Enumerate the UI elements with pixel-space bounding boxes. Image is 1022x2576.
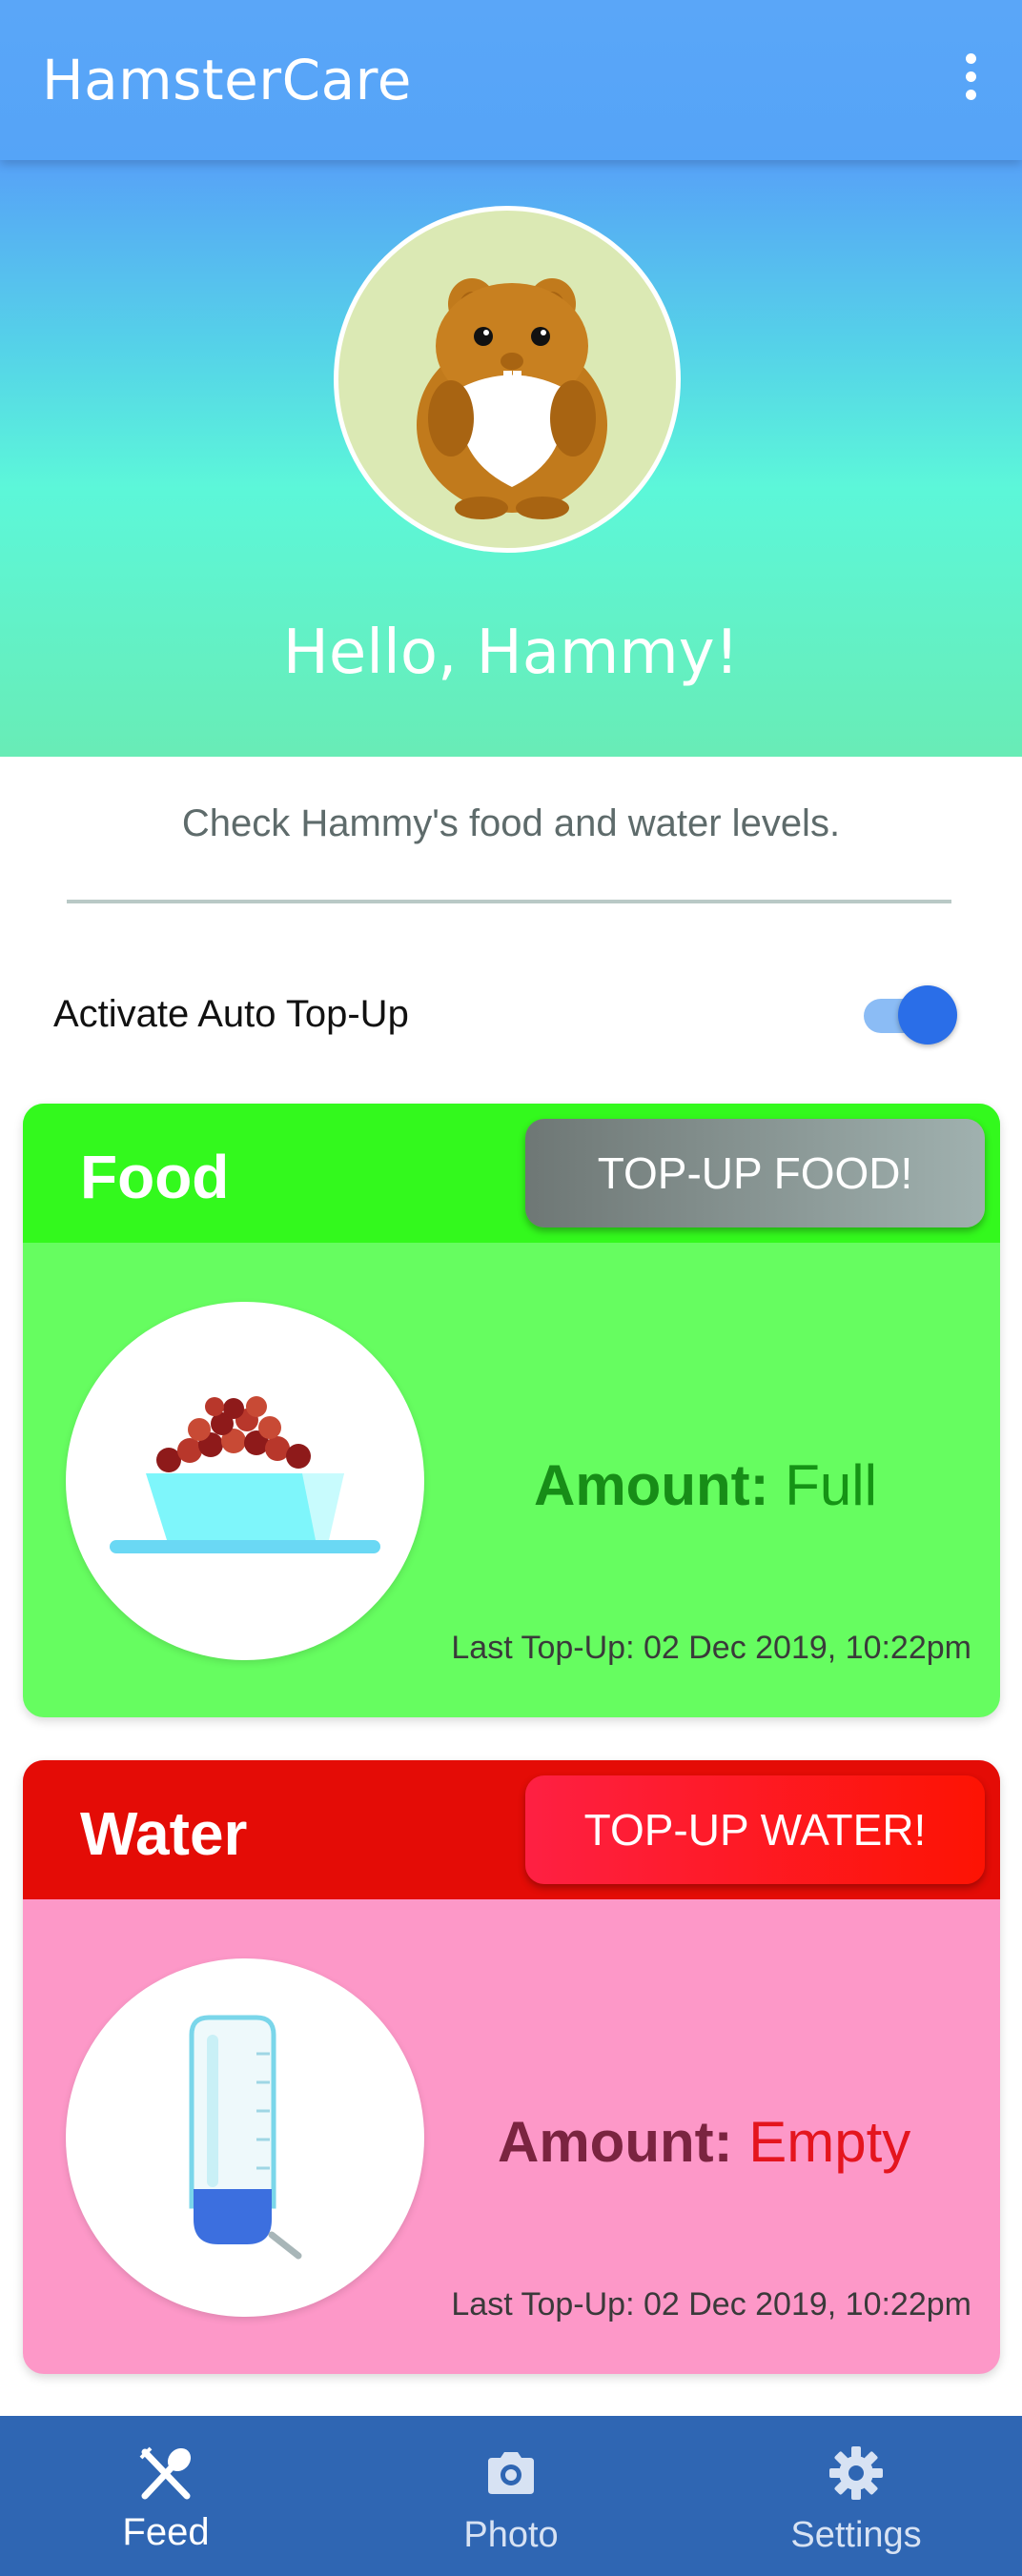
water-amount-value: Empty — [748, 2110, 911, 2174]
topup-water-button[interactable]: TOP-UP WATER! — [525, 1775, 985, 1884]
water-bottle-icon — [189, 2015, 302, 2260]
camera-icon — [488, 2452, 534, 2494]
auto-topup-toggle[interactable] — [862, 985, 957, 1046]
topup-food-button[interactable]: TOP-UP FOOD! — [525, 1119, 985, 1227]
food-image — [66, 1302, 424, 1660]
nav-label-settings: Settings — [790, 2515, 922, 2555]
toggle-thumb — [898, 985, 957, 1045]
gear-icon — [829, 2446, 883, 2500]
app-title: HamsterCare — [42, 48, 412, 112]
hamster-avatar — [334, 206, 681, 553]
nav-label-feed: Feed — [122, 2511, 210, 2553]
food-bowl-icon — [110, 1396, 380, 1553]
water-card-title: Water — [80, 1799, 248, 1868]
water-card: Water TOP-UP WATER! Amount: Empty Last T… — [23, 1760, 1000, 2374]
water-image — [66, 1958, 424, 2317]
food-card-title: Food — [80, 1143, 230, 1211]
fork-spoon-icon — [139, 2446, 192, 2500]
food-amount-label: Amount: — [534, 1453, 769, 1517]
intro-subtitle: Check Hammy's food and water levels. — [181, 802, 841, 844]
water-last-topup: Last Top-Up: 02 Dec 2019, 10:22pm — [451, 2286, 971, 2322]
divider — [67, 900, 951, 903]
bottom-nav: Feed Photo Settings — [0, 2416, 1022, 2576]
food-amount-value: Full — [785, 1453, 877, 1517]
hero-banner: Hello, Hammy! — [0, 160, 1022, 757]
water-amount-label: Amount: — [498, 2110, 733, 2174]
nav-label-photo: Photo — [463, 2515, 559, 2555]
nav-item-feed[interactable]: Feed — [42, 2416, 290, 2576]
hamster-icon — [417, 278, 607, 519]
food-amount: Amount: Full — [534, 1452, 877, 1518]
more-vert-icon[interactable] — [959, 53, 982, 105]
food-card: Food TOP-UP FOOD! Amount: Full Last Top-… — [23, 1104, 1000, 1717]
app-bar: HamsterCare — [0, 0, 1022, 160]
greeting: Hello, Hammy! — [282, 618, 740, 688]
nav-item-settings[interactable]: Settings — [732, 2416, 980, 2576]
food-last-topup: Last Top-Up: 02 Dec 2019, 10:22pm — [451, 1630, 971, 1666]
water-amount: Amount: Empty — [498, 2109, 910, 2175]
food-card-header: Food TOP-UP FOOD! — [23, 1104, 1000, 1243]
nav-item-photo[interactable]: Photo — [387, 2416, 635, 2576]
water-card-header: Water TOP-UP WATER! — [23, 1760, 1000, 1899]
auto-topup-label: Activate Auto Top-Up — [53, 993, 409, 1035]
